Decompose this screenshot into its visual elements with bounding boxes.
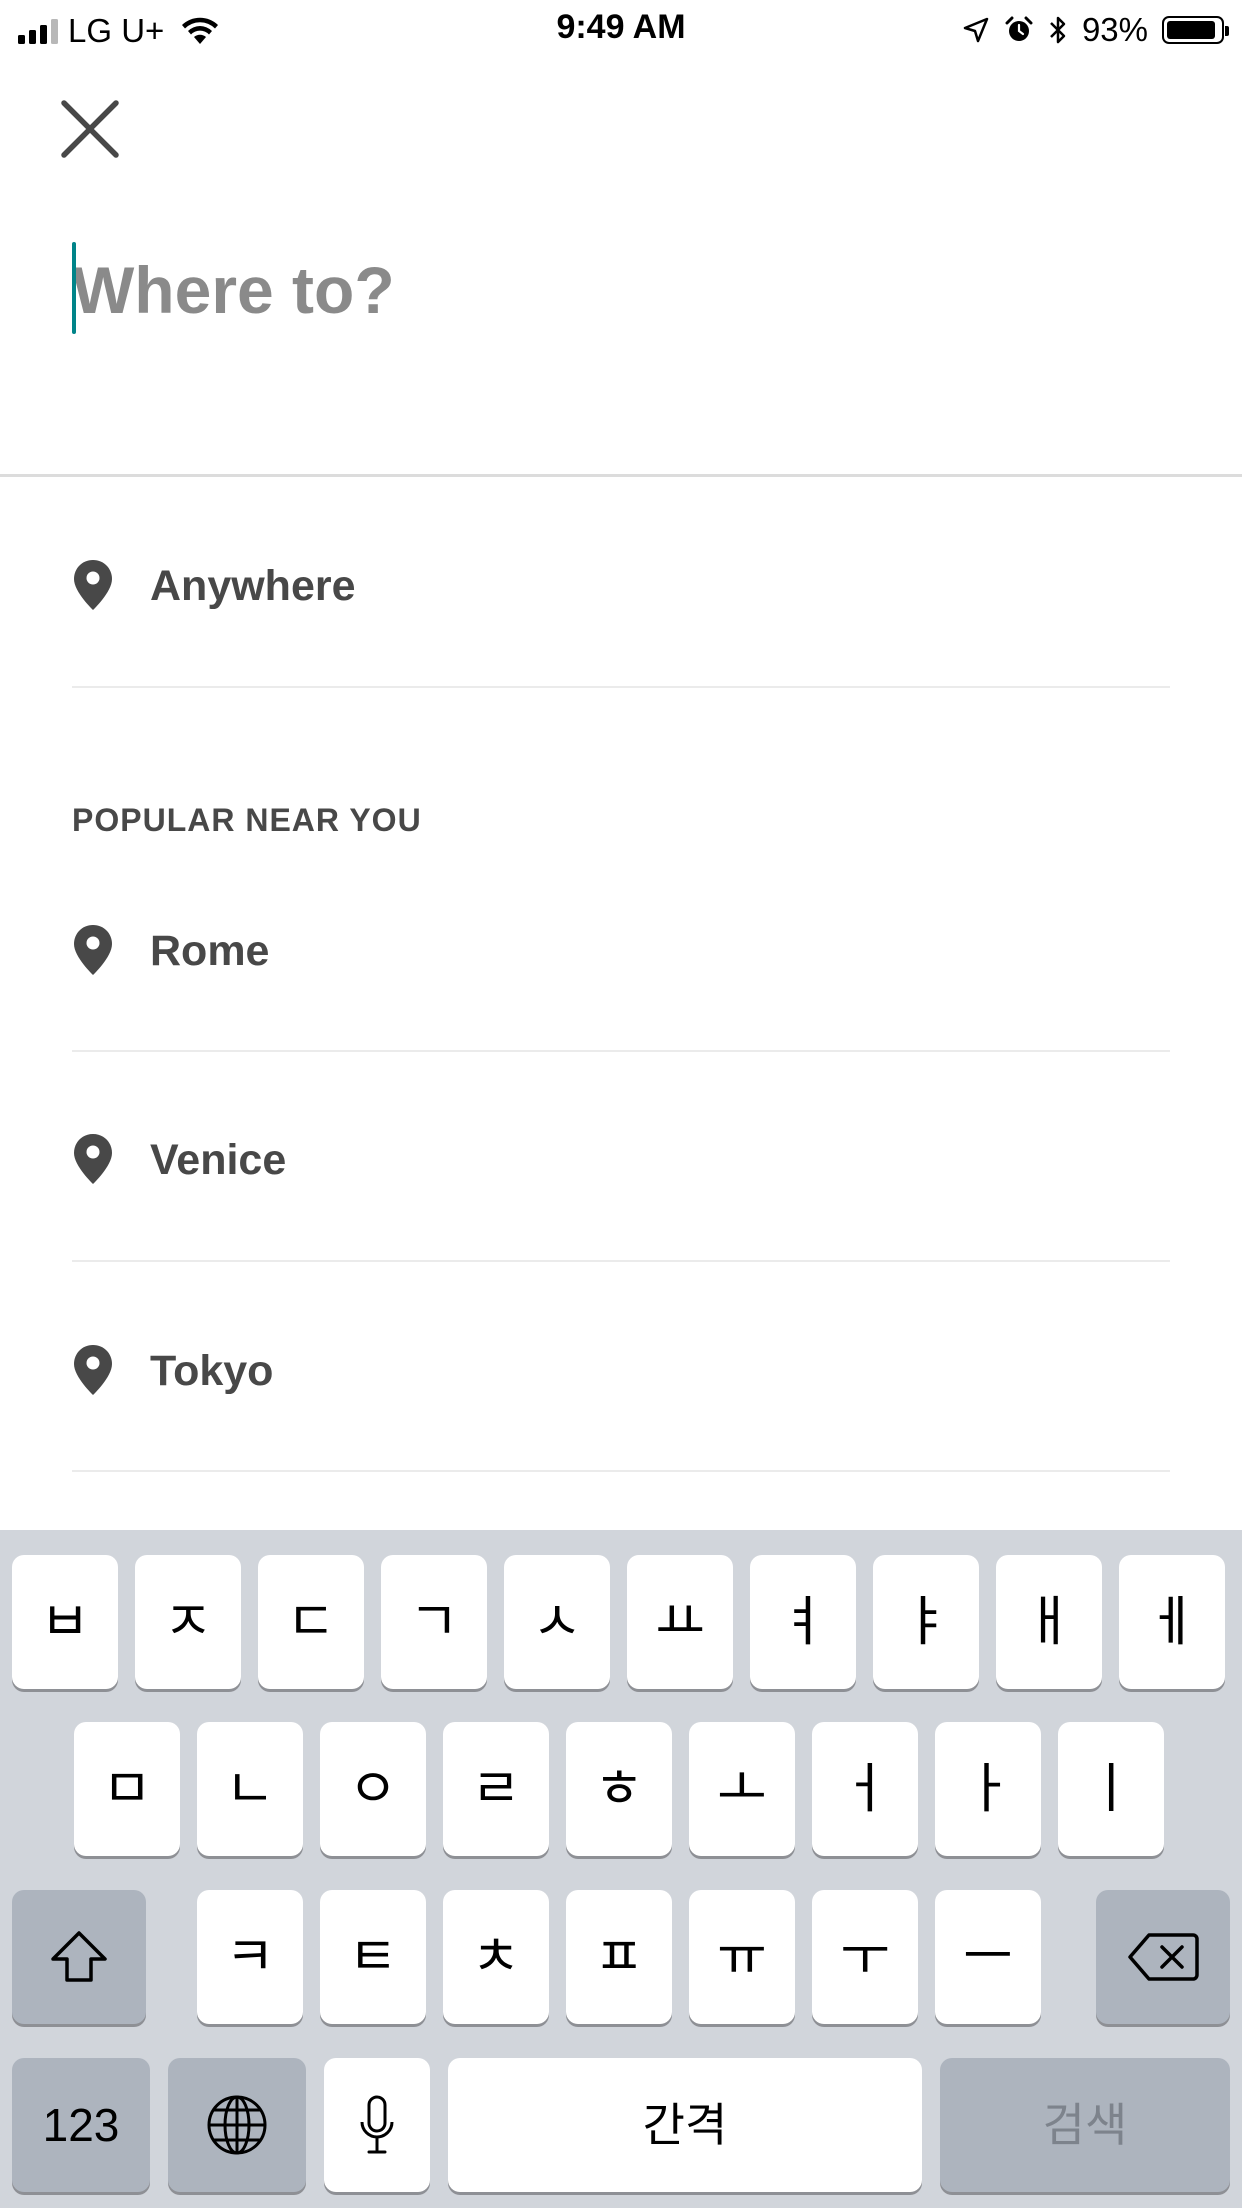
key-ㅍ[interactable]: ㅍ — [566, 1890, 672, 2024]
key-label: ㄷ — [286, 1592, 336, 1652]
popular-item-tokyo[interactable]: Tokyo — [72, 1262, 1170, 1472]
numbers-key-label: 123 — [42, 2099, 120, 2151]
anywhere-row[interactable]: Anywhere — [72, 478, 1170, 688]
key-label: ㅁ — [102, 1759, 152, 1819]
key-ㄹ[interactable]: ㄹ — [443, 1722, 549, 1856]
key-ㅌ[interactable]: ㅌ — [320, 1890, 426, 2024]
key-ㅇ[interactable]: ㅇ — [320, 1722, 426, 1856]
key-label: ㅌ — [348, 1927, 398, 1987]
globe-icon — [207, 2095, 267, 2155]
key-ㅋ[interactable]: ㅋ — [197, 1890, 303, 2024]
key-ㅠ[interactable]: ㅠ — [689, 1890, 795, 2024]
close-icon[interactable] — [56, 95, 124, 163]
key-label: ㅇ — [348, 1759, 398, 1819]
key-label: ㅋ — [225, 1927, 275, 1987]
key-label: ㅛ — [655, 1592, 705, 1652]
key-ㄷ[interactable]: ㄷ — [258, 1555, 364, 1689]
status-right: 93% — [962, 8, 1229, 52]
key-ㅐ[interactable]: ㅐ — [996, 1555, 1102, 1689]
backspace-key[interactable] — [1096, 1890, 1230, 2024]
anywhere-label: Anywhere — [150, 562, 356, 610]
dictation-key[interactable] — [324, 2058, 430, 2192]
key-label: ㄹ — [471, 1759, 521, 1819]
battery-percent: 93% — [1081, 11, 1148, 48]
shift-key[interactable] — [12, 1890, 146, 2024]
key-ㅎ[interactable]: ㅎ — [566, 1722, 672, 1856]
key-ㅜ[interactable]: ㅜ — [812, 1890, 918, 2024]
key-ㅏ[interactable]: ㅏ — [935, 1722, 1041, 1856]
shift-icon — [51, 1931, 107, 1982]
key-label: ㅠ — [717, 1927, 767, 1987]
location-label: Rome — [150, 927, 270, 975]
keyboard: ㅂ ㅈ ㄷ ㄱ ㅅ ㅛ ㅕ ㅑ ㅐ ㅔ ㅁ ㄴ ㅇ ㄹ ㅎ ㅗ ㅓ ㅏ ㅣ ㅋ … — [0, 1530, 1242, 2208]
key-ㅈ[interactable]: ㅈ — [135, 1555, 241, 1689]
globe-key[interactable] — [168, 2058, 306, 2192]
key-label: ㅎ — [594, 1759, 644, 1819]
key-ㅔ[interactable]: ㅔ — [1119, 1555, 1225, 1689]
key-label: ㄱ — [409, 1592, 459, 1652]
key-ㅕ[interactable]: ㅕ — [750, 1555, 856, 1689]
bluetooth-icon — [1050, 16, 1066, 44]
key-label: ㅊ — [471, 1927, 521, 1987]
key-ㅓ[interactable]: ㅓ — [812, 1722, 918, 1856]
space-key[interactable]: 간격 — [448, 2058, 922, 2192]
search-key-label: 검색 — [1042, 2099, 1128, 2151]
location-arrow-icon — [963, 17, 989, 43]
text-cursor — [72, 242, 76, 334]
section-title-popular: POPULAR NEAR YOU — [72, 802, 422, 838]
search-key[interactable]: 검색 — [940, 2058, 1230, 2192]
key-label: ㄴ — [225, 1759, 275, 1819]
key-label: ㅂ — [40, 1592, 90, 1652]
backspace-icon — [1128, 1933, 1199, 1981]
battery-fill — [1167, 21, 1216, 39]
search-input[interactable] — [72, 240, 1172, 340]
key-label: ㅏ — [963, 1759, 1013, 1819]
status-bar: LG U+ 9:49 AM 93% — [0, 0, 1242, 62]
search-divider — [0, 474, 1242, 477]
location-label: Venice — [150, 1136, 287, 1184]
key-label: ㅜ — [840, 1927, 890, 1987]
key-ㅅ[interactable]: ㅅ — [504, 1555, 610, 1689]
key-ㅗ[interactable]: ㅗ — [689, 1722, 795, 1856]
key-ㅊ[interactable]: ㅊ — [443, 1890, 549, 2024]
key-label: ㅍ — [594, 1927, 644, 1987]
microphone-icon — [360, 2095, 394, 2154]
search-area — [0, 200, 1242, 475]
row-divider — [72, 1470, 1170, 1472]
key-label: ㅓ — [840, 1759, 890, 1819]
key-label: ㅑ — [901, 1592, 951, 1652]
key-ㅛ[interactable]: ㅛ — [627, 1555, 733, 1689]
location-label: Tokyo — [150, 1347, 274, 1395]
key-label: ㅔ — [1147, 1592, 1197, 1652]
key-ㅣ[interactable]: ㅣ — [1058, 1722, 1164, 1856]
key-label: ㅗ — [717, 1759, 767, 1819]
key-ㄱ[interactable]: ㄱ — [381, 1555, 487, 1689]
map-pin-icon — [74, 925, 112, 975]
key-ㅂ[interactable]: ㅂ — [12, 1555, 118, 1689]
key-label: ㅅ — [532, 1592, 582, 1652]
alarm-icon — [1005, 16, 1033, 41]
key-ㄴ[interactable]: ㄴ — [197, 1722, 303, 1856]
battery-icon — [1162, 16, 1229, 44]
key-label: ㅈ — [163, 1592, 213, 1652]
popular-item-venice[interactable]: Venice — [72, 1052, 1170, 1262]
map-pin-icon — [74, 560, 112, 610]
key-ㅡ[interactable]: ㅡ — [935, 1890, 1041, 2024]
numbers-key[interactable]: 123 — [12, 2058, 150, 2192]
key-label: ㅐ — [1024, 1592, 1074, 1652]
map-pin-icon — [74, 1345, 112, 1395]
popular-item-rome[interactable]: Rome — [72, 878, 1170, 1052]
key-ㅁ[interactable]: ㅁ — [74, 1722, 180, 1856]
key-label: ㅣ — [1086, 1759, 1136, 1819]
map-pin-icon — [74, 1134, 112, 1184]
space-key-label: 간격 — [642, 2099, 728, 2151]
row-divider — [72, 686, 1170, 688]
key-label: ㅕ — [778, 1592, 828, 1652]
key-ㅑ[interactable]: ㅑ — [873, 1555, 979, 1689]
key-label: ㅡ — [963, 1927, 1013, 1987]
